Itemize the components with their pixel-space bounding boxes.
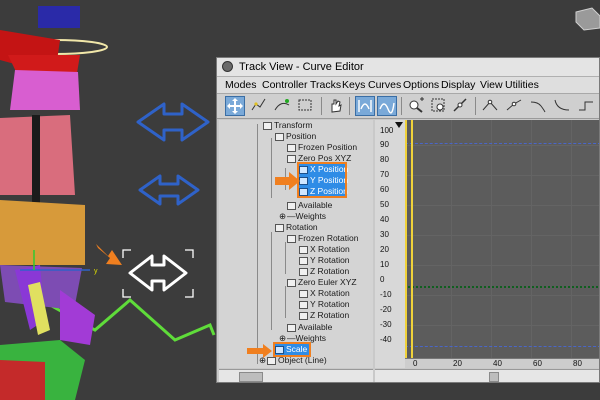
y-tick: 30 — [380, 230, 389, 239]
draw-curves-icon[interactable] — [250, 96, 270, 116]
tree-weights[interactable]: ⊕—Weights — [279, 211, 326, 222]
tree-available[interactable]: Available — [287, 200, 332, 211]
move-keys-icon[interactable] — [225, 96, 245, 116]
pan-hand-icon[interactable] — [327, 96, 347, 116]
time-slider-line[interactable] — [405, 120, 407, 358]
x-tick: 20 — [453, 359, 462, 368]
frame-horizontal-icon[interactable] — [355, 96, 375, 116]
tree-x-rotation[interactable]: X Rotation — [299, 244, 350, 255]
time-ruler[interactable]: 0 20 40 60 80 — [405, 358, 599, 368]
y-tick: 70 — [380, 170, 389, 179]
curve-plot-area[interactable] — [405, 120, 599, 358]
menu-view[interactable]: View — [480, 79, 503, 91]
y-tick: -40 — [380, 335, 392, 344]
x-tick: 0 — [413, 359, 418, 368]
add-keys-icon[interactable] — [273, 96, 293, 116]
tangent-step-icon[interactable] — [577, 96, 597, 116]
curve-graph[interactable]: 100 90 80 70 60 50 40 30 20 10 0 -10 -20… — [375, 120, 599, 368]
tree-frozen-position[interactable]: Frozen Position — [287, 142, 357, 153]
y-tick: 80 — [380, 155, 389, 164]
time-slider-line[interactable] — [411, 120, 413, 358]
y-tick: 60 — [380, 185, 389, 194]
zoom-region-icon[interactable] — [429, 96, 449, 116]
frame-value-icon[interactable] — [377, 96, 397, 116]
y-tick: 100 — [380, 126, 394, 135]
tangent-custom-icon[interactable] — [505, 96, 525, 116]
y-tick: -10 — [380, 290, 392, 299]
x-tick: 80 — [573, 359, 582, 368]
ruler-marker-icon — [395, 122, 403, 128]
track-view-window[interactable]: Track View - Curve Editor Modes Controll… — [216, 57, 600, 383]
menu-controller[interactable]: Controller — [262, 79, 308, 91]
tree-rotation[interactable]: Rotation — [275, 222, 318, 233]
tree-x-rotation[interactable]: X Rotation — [299, 288, 350, 299]
region-icon[interactable] — [296, 96, 316, 116]
graph-scrollbar[interactable] — [375, 369, 599, 382]
scrollbar-thumb[interactable] — [489, 372, 499, 382]
svg-text:y: y — [94, 268, 98, 275]
isolate-curve-icon[interactable] — [451, 96, 471, 116]
tree-available[interactable]: Available — [287, 322, 332, 333]
y-tick: 0 — [380, 275, 385, 284]
y-tick: -20 — [380, 305, 392, 314]
tree-y-rotation[interactable]: Y Rotation — [299, 255, 350, 266]
tree-scrollbar[interactable] — [219, 369, 373, 382]
tangent-auto-icon[interactable] — [481, 96, 501, 116]
tangent-slow-icon[interactable] — [553, 96, 573, 116]
y-tick: -30 — [380, 320, 392, 329]
window-titlebar[interactable]: Track View - Curve Editor — [217, 58, 599, 77]
y-tick: 40 — [380, 215, 389, 224]
window-title: Track View - Curve Editor — [239, 61, 364, 73]
tree-frozen-rotation[interactable]: Frozen Rotation — [287, 233, 358, 244]
menu-curves[interactable]: Curves — [368, 79, 401, 91]
tree-y-rotation[interactable]: Y Rotation — [299, 299, 350, 310]
upper-limit-line — [405, 143, 599, 144]
y-tick: 20 — [380, 245, 389, 254]
zoom-icon[interactable] — [407, 96, 427, 116]
orange-arrow-icon — [247, 344, 273, 363]
menu-utilities[interactable]: Utilities — [505, 79, 539, 91]
menu-modes[interactable]: Modes — [225, 79, 257, 91]
value-ruler: 100 90 80 70 60 50 40 30 20 10 0 -10 -20… — [375, 120, 405, 368]
menu-display[interactable]: Display — [441, 79, 475, 91]
scrollbar-thumb[interactable] — [239, 372, 263, 382]
y-tick: 50 — [380, 200, 389, 209]
controller-tree[interactable]: Transform Position Frozen Position Zero … — [219, 120, 373, 368]
tree-z-rotation[interactable]: Z Rotation — [299, 310, 349, 321]
zero-line — [405, 286, 599, 288]
y-tick: 90 — [380, 140, 389, 149]
selection-callout-box — [297, 162, 347, 198]
app-icon — [222, 61, 233, 72]
y-tick: 10 — [380, 260, 389, 269]
x-tick: 40 — [493, 359, 502, 368]
menu-tracks[interactable]: Tracks — [310, 79, 341, 91]
tree-z-rotation[interactable]: Z Rotation — [299, 266, 349, 277]
x-tick: 60 — [533, 359, 542, 368]
toolbar — [217, 94, 599, 119]
lower-limit-line — [405, 346, 599, 347]
tree-zero-euler-xyz[interactable]: Zero Euler XYZ — [287, 277, 357, 288]
tree-position[interactable]: Position — [275, 131, 316, 142]
tangent-fast-icon[interactable] — [529, 96, 549, 116]
tree-transform[interactable]: Transform — [263, 120, 312, 131]
menu-keys[interactable]: Keys — [342, 79, 365, 91]
menu-options[interactable]: Options — [403, 79, 439, 91]
menu-bar: Modes Controller Tracks Keys Curves Opti… — [217, 77, 599, 94]
